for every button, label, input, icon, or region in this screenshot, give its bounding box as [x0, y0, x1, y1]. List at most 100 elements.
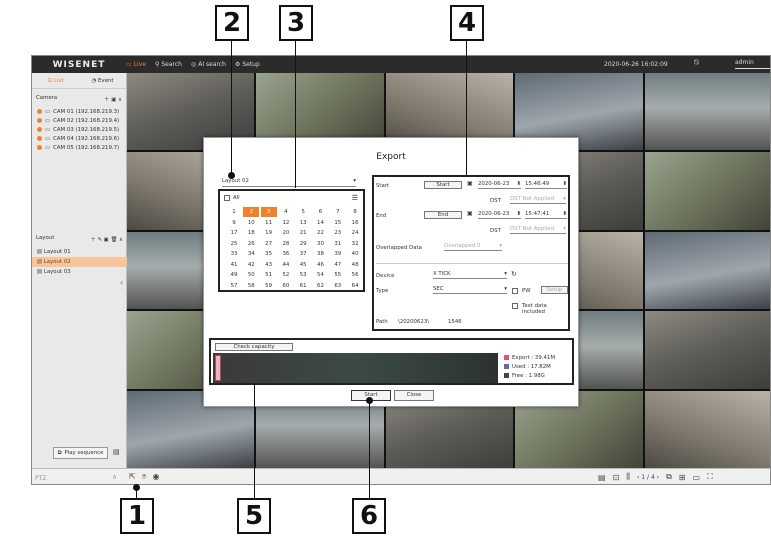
channel-cell[interactable]: 13 — [295, 218, 311, 228]
channel-cell[interactable]: 3 — [260, 207, 277, 217]
channel-cell[interactable]: 53 — [295, 270, 311, 280]
end-time-field[interactable]: 15:47:41 ⬍ — [525, 211, 567, 219]
channel-cell[interactable]: 37 — [295, 249, 311, 259]
sequence-settings-icon[interactable]: ▤ — [113, 448, 120, 456]
channel-cell[interactable]: 27 — [261, 239, 277, 249]
channel-cell[interactable]: 62 — [312, 281, 328, 291]
channel-cell[interactable]: 32 — [347, 239, 363, 249]
event-icon[interactable]: ▤ — [598, 473, 606, 482]
capture-icon[interactable]: ⍟ — [142, 472, 147, 482]
tab-event[interactable]: ◔ Event — [79, 78, 126, 84]
channel-cell[interactable]: 47 — [330, 260, 346, 270]
camera-list-item[interactable]: ▭ CAM 02 (192.168.219.4) — [32, 116, 126, 125]
channel-cell[interactable]: 23 — [330, 228, 346, 238]
channel-cell[interactable]: 41 — [226, 260, 242, 270]
calendar-icon[interactable]: ▣ — [467, 180, 473, 187]
channel-cell[interactable]: 45 — [295, 260, 311, 270]
stats-icon[interactable]: ⫼ — [626, 472, 630, 482]
channel-cell[interactable]: 26 — [243, 239, 259, 249]
camera-list-item[interactable]: ▭ CAM 05 (192.168.219.7) — [32, 143, 126, 152]
end-time-button[interactable]: End — [424, 211, 462, 219]
page-navigator[interactable]: ‹ 1 / 4 › — [637, 474, 659, 481]
layout-list-item[interactable]: ▤ Layout 01 — [32, 247, 127, 257]
layout-list-item[interactable]: ▤ Layout 03 — [32, 267, 127, 277]
ptz-expand-icon[interactable]: ∧ — [112, 473, 117, 481]
nav-setup[interactable]: ⚙ Setup — [235, 61, 260, 68]
channel-cell[interactable]: 30 — [312, 239, 328, 249]
channel-cell[interactable]: 48 — [347, 260, 363, 270]
channel-cell[interactable]: 56 — [347, 270, 363, 280]
channel-cell[interactable]: 40 — [347, 249, 363, 259]
collapse-panel-icon[interactable]: ‹ — [120, 278, 123, 287]
video-tile[interactable] — [644, 311, 770, 389]
device-select[interactable]: X TICK ▾ — [433, 271, 507, 279]
channel-cell[interactable]: 42 — [243, 260, 259, 270]
channel-cell[interactable]: 16 — [347, 218, 363, 228]
channel-cell[interactable]: 34 — [243, 249, 259, 259]
single-view-icon[interactable]: ▭ — [693, 473, 701, 482]
check-capacity-button[interactable]: Check capacity — [215, 343, 293, 351]
channel-cell[interactable]: 2 — [243, 207, 260, 217]
channel-cell[interactable]: 55 — [330, 270, 346, 280]
channel-cell[interactable]: 38 — [312, 249, 328, 259]
video-tile[interactable] — [644, 73, 770, 151]
channel-cell[interactable]: 11 — [261, 218, 277, 228]
camera-list-item[interactable]: ▭ CAM 04 (192.168.219.6) — [32, 134, 126, 143]
channel-cell[interactable]: 29 — [295, 239, 311, 249]
video-tile[interactable] — [644, 152, 770, 230]
notification-icon[interactable]: ⍉ — [694, 58, 699, 68]
channel-cell[interactable]: 19 — [261, 228, 277, 238]
type-select[interactable]: SEC ▾ — [433, 286, 507, 294]
close-button[interactable]: Close — [394, 390, 434, 401]
channel-cell[interactable]: 54 — [312, 270, 328, 280]
layout-list-item[interactable]: ▤ Layout 02 — [32, 257, 127, 267]
record-icon[interactable]: ◉ — [153, 472, 160, 482]
camera-list-item[interactable]: ▭ CAM 01 (192.168.219.3) — [32, 107, 126, 116]
channel-cell[interactable]: 36 — [278, 249, 294, 259]
split-view-icon[interactable]: ⊞ — [679, 473, 686, 482]
channel-cell[interactable]: 22 — [312, 228, 328, 238]
camera-header-actions[interactable]: ＋ ▣ ∧ — [104, 95, 122, 103]
channel-cell[interactable]: 20 — [278, 228, 294, 238]
channel-cell[interactable]: 33 — [226, 249, 242, 259]
video-tile[interactable] — [644, 390, 770, 468]
channel-cell[interactable]: 21 — [295, 228, 311, 238]
fullscreen-icon[interactable]: ⛶ — [707, 472, 713, 482]
refresh-icon[interactable]: ↻ — [511, 270, 517, 278]
calendar-icon[interactable]: ▣ — [467, 210, 473, 217]
nav-live[interactable]: ▭ Live — [126, 61, 146, 68]
channel-cell[interactable]: 50 — [243, 270, 259, 280]
channel-cell[interactable]: 63 — [330, 281, 346, 291]
setup-button[interactable]: Setup — [541, 286, 568, 294]
channel-cell[interactable]: 24 — [347, 228, 363, 238]
channel-cell[interactable]: 51 — [261, 270, 277, 280]
channel-cell[interactable]: 49 — [226, 270, 242, 280]
channel-cell[interactable]: 35 — [261, 249, 277, 259]
all-checkbox[interactable] — [224, 195, 230, 201]
channel-cell[interactable]: 18 — [243, 228, 259, 238]
export-icon[interactable]: ⇱ — [129, 472, 136, 482]
tab-list[interactable]: ☰ List — [32, 78, 79, 84]
start-date-field[interactable]: 2020-06-23 ⬍ — [478, 181, 521, 189]
channel-cell[interactable]: 46 — [312, 260, 328, 270]
start-time-button[interactable]: Start — [424, 181, 462, 189]
channel-cell[interactable]: 58 — [243, 281, 259, 291]
channel-cell[interactable]: 31 — [330, 239, 346, 249]
text-data-checkbox[interactable] — [512, 303, 518, 309]
channel-cell[interactable]: 61 — [295, 281, 311, 291]
channel-cell[interactable]: 9 — [226, 218, 242, 228]
channel-cell[interactable]: 15 — [330, 218, 346, 228]
channel-cell[interactable]: 7 — [330, 207, 346, 217]
channel-cell[interactable]: 28 — [278, 239, 294, 249]
dst-select-end[interactable]: DST Not Applied ▾ — [510, 226, 566, 234]
end-date-field[interactable]: 2020-06-23 ⬍ — [478, 211, 521, 219]
layout-select[interactable]: Layout 02 ▾ — [222, 178, 356, 187]
channel-cell[interactable]: 6 — [312, 207, 328, 217]
nav-search[interactable]: ⚲ Search — [155, 61, 182, 68]
user-select[interactable]: admin▾ — [735, 59, 770, 69]
channel-cell[interactable]: 17 — [226, 228, 242, 238]
channel-cell[interactable]: 59 — [261, 281, 277, 291]
channel-cell[interactable]: 64 — [347, 281, 363, 291]
channel-cell[interactable]: 10 — [243, 218, 259, 228]
pw-checkbox[interactable] — [512, 288, 518, 294]
